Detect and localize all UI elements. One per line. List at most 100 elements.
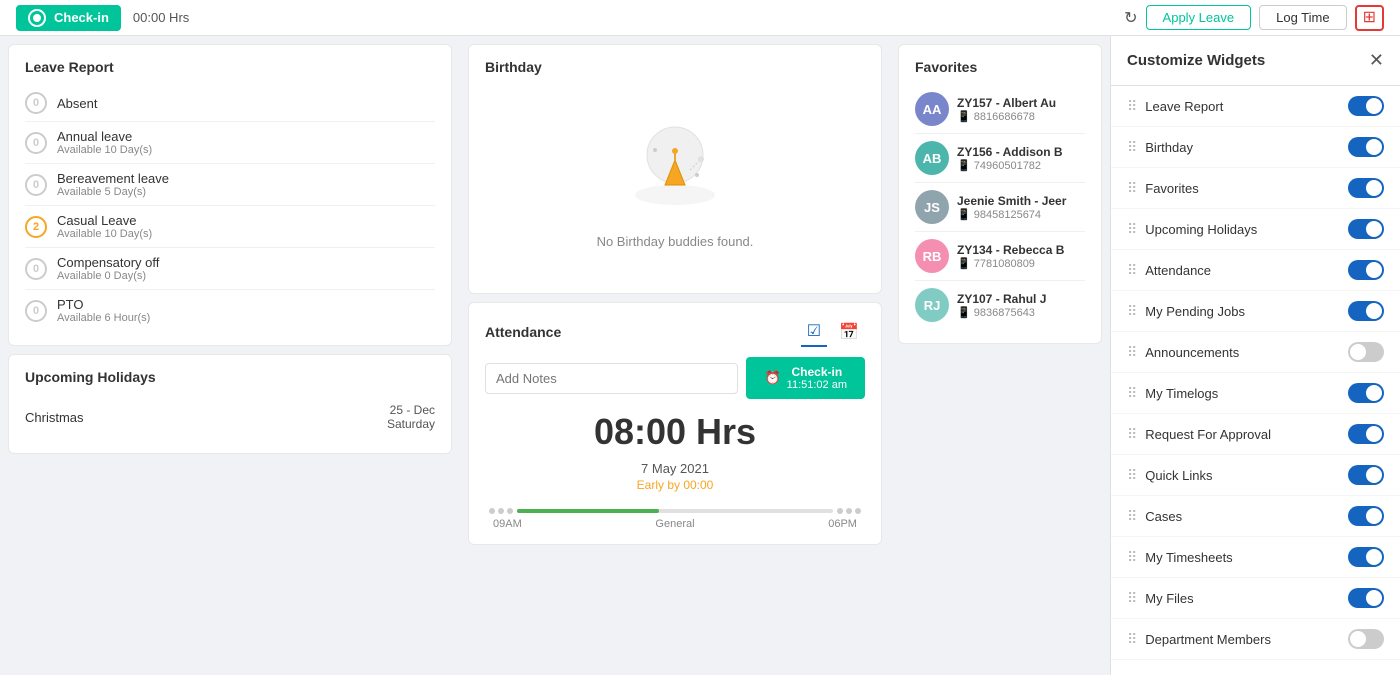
close-customize-button[interactable]: ✕ — [1369, 50, 1384, 71]
widget-toggle[interactable] — [1348, 219, 1384, 239]
widget-toggle[interactable] — [1348, 260, 1384, 280]
toggle-knob — [1366, 549, 1382, 565]
widget-row: ⠿ Quick Links — [1111, 455, 1400, 496]
fav-info: ZY157 - Albert Au 📱 8816686678 — [957, 96, 1085, 123]
widget-toggle[interactable] — [1348, 178, 1384, 198]
widget-label: My Files — [1145, 591, 1193, 606]
fav-phone: 📱 7781080809 — [957, 257, 1085, 270]
widget-left: ⠿ Favorites — [1127, 180, 1199, 197]
favorite-item[interactable]: RJ ZY107 - Rahul J 📱 9836875643 — [915, 281, 1085, 329]
widget-row: ⠿ Leave Report — [1111, 86, 1400, 127]
drag-handle-icon[interactable]: ⠿ — [1127, 262, 1137, 279]
widget-left: ⠿ Announcements — [1127, 344, 1239, 361]
drag-handle-icon[interactable]: ⠿ — [1127, 385, 1137, 402]
holidays-list: Christmas 25 - DecSaturday — [25, 395, 435, 439]
drag-handle-icon[interactable]: ⠿ — [1127, 98, 1137, 115]
birthday-empty: No Birthday buddies found. — [485, 85, 865, 279]
widget-row: ⠿ Favorites — [1111, 168, 1400, 209]
leave-badge: 0 — [25, 174, 47, 196]
leave-report-list: 0 Absent 0 Annual leave Available 10 Day… — [25, 85, 435, 331]
main-content: Leave Report 0 Absent 0 Annual leave Ava… — [0, 36, 1400, 675]
drag-handle-icon[interactable]: ⠿ — [1127, 139, 1137, 156]
topbar-right: ↻ Apply Leave Log Time ⊞ — [1124, 5, 1384, 31]
widget-left: ⠿ Attendance — [1127, 262, 1211, 279]
drag-handle-icon[interactable]: ⠿ — [1127, 426, 1137, 443]
widget-toggle[interactable] — [1348, 424, 1384, 444]
widget-row: ⠿ Request For Approval — [1111, 414, 1400, 455]
favorite-item[interactable]: AA ZY157 - Albert Au 📱 8816686678 — [915, 85, 1085, 134]
toggle-knob — [1350, 344, 1366, 360]
widget-label: Announcements — [1145, 345, 1239, 360]
widget-label: My Pending Jobs — [1145, 304, 1245, 319]
widget-toggle[interactable] — [1348, 301, 1384, 321]
leave-report-title: Leave Report — [25, 59, 435, 75]
toggle-knob — [1366, 221, 1382, 237]
apply-leave-button[interactable]: Apply Leave — [1146, 5, 1252, 30]
toggle-knob — [1366, 139, 1382, 155]
attendance-calendar-icon[interactable]: 📅 — [833, 317, 865, 347]
leave-item: 2 Casual Leave Available 10 Day(s) — [25, 206, 435, 248]
fav-phone: 📱 9836875643 — [957, 306, 1085, 319]
attendance-list-icon[interactable]: ☑ — [801, 317, 827, 347]
widget-left: ⠿ Department Members — [1127, 631, 1271, 648]
widget-row: ⠿ Birthday — [1111, 127, 1400, 168]
notes-input[interactable] — [485, 363, 738, 394]
refresh-icon[interactable]: ↻ — [1124, 8, 1137, 28]
customize-title: Customize Widgets — [1127, 52, 1265, 69]
timeline-label: General — [655, 518, 694, 530]
drag-handle-icon[interactable]: ⠿ — [1127, 590, 1137, 607]
toggle-knob — [1366, 180, 1382, 196]
leave-name: Compensatory off — [57, 255, 435, 270]
widget-left: ⠿ My Pending Jobs — [1127, 303, 1245, 320]
timeline: 09AM General 06PM — [485, 508, 865, 530]
favorite-item[interactable]: JS Jeenie Smith - Jeer 📱 98458125674 — [915, 183, 1085, 232]
widget-label: Leave Report — [1145, 99, 1223, 114]
birthday-message: No Birthday buddies found. — [597, 234, 754, 249]
drag-handle-icon[interactable]: ⠿ — [1127, 467, 1137, 484]
drag-handle-icon[interactable]: ⠿ — [1127, 180, 1137, 197]
widget-toggle[interactable] — [1348, 465, 1384, 485]
leave-name: Casual Leave — [57, 213, 435, 228]
widget-left: ⠿ Quick Links — [1127, 467, 1212, 484]
log-time-button[interactable]: Log Time — [1259, 5, 1346, 30]
toggle-knob — [1366, 303, 1382, 319]
favorites-list: AA ZY157 - Albert Au 📱 8816686678 AB ZY1… — [915, 85, 1085, 329]
leave-info: Compensatory off Available 0 Day(s) — [57, 255, 435, 282]
toggle-knob — [1366, 98, 1382, 114]
drag-handle-icon[interactable]: ⠿ — [1127, 549, 1137, 566]
birthday-card: Birthday No Birthday buddies — [468, 44, 882, 294]
leave-item: 0 Bereavement leave Available 5 Day(s) — [25, 164, 435, 206]
drag-handle-icon[interactable]: ⠿ — [1127, 508, 1137, 525]
widget-label: Department Members — [1145, 632, 1271, 647]
favorite-item[interactable]: AB ZY156 - Addison B 📱 74960501782 — [915, 134, 1085, 183]
widget-toggle[interactable] — [1348, 629, 1384, 649]
attendance-header: Attendance ☑ 📅 — [485, 317, 865, 347]
grid-button[interactable]: ⊞ — [1355, 5, 1384, 31]
widget-toggle[interactable] — [1348, 588, 1384, 608]
birthday-title: Birthday — [485, 59, 865, 75]
widget-left: ⠿ Upcoming Holidays — [1127, 221, 1257, 238]
timeline-fill — [517, 509, 659, 513]
widget-list: ⠿ Leave Report ⠿ Birthday ⠿ Favorites ⠿ … — [1111, 86, 1400, 660]
widget-label: Request For Approval — [1145, 427, 1271, 442]
favorite-item[interactable]: RB ZY134 - Rebecca B 📱 7781080809 — [915, 232, 1085, 281]
checkin-time-button[interactable]: ⏰ Check-in 11:51:02 am — [746, 357, 865, 399]
checkin-icon — [28, 9, 46, 27]
widget-toggle[interactable] — [1348, 342, 1384, 362]
toggle-knob — [1366, 385, 1382, 401]
widget-toggle[interactable] — [1348, 506, 1384, 526]
widget-toggle[interactable] — [1348, 96, 1384, 116]
widget-toggle[interactable] — [1348, 383, 1384, 403]
checkin-button[interactable]: Check-in — [16, 5, 121, 31]
drag-handle-icon[interactable]: ⠿ — [1127, 344, 1137, 361]
avatar: RJ — [915, 288, 949, 322]
widget-left: ⠿ Request For Approval — [1127, 426, 1271, 443]
drag-handle-icon[interactable]: ⠿ — [1127, 631, 1137, 648]
widget-label: Cases — [1145, 509, 1182, 524]
widget-toggle[interactable] — [1348, 137, 1384, 157]
holiday-name: Christmas — [25, 410, 84, 425]
drag-handle-icon[interactable]: ⠿ — [1127, 221, 1137, 238]
widget-toggle[interactable] — [1348, 547, 1384, 567]
leave-name: Absent — [57, 96, 435, 111]
drag-handle-icon[interactable]: ⠿ — [1127, 303, 1137, 320]
